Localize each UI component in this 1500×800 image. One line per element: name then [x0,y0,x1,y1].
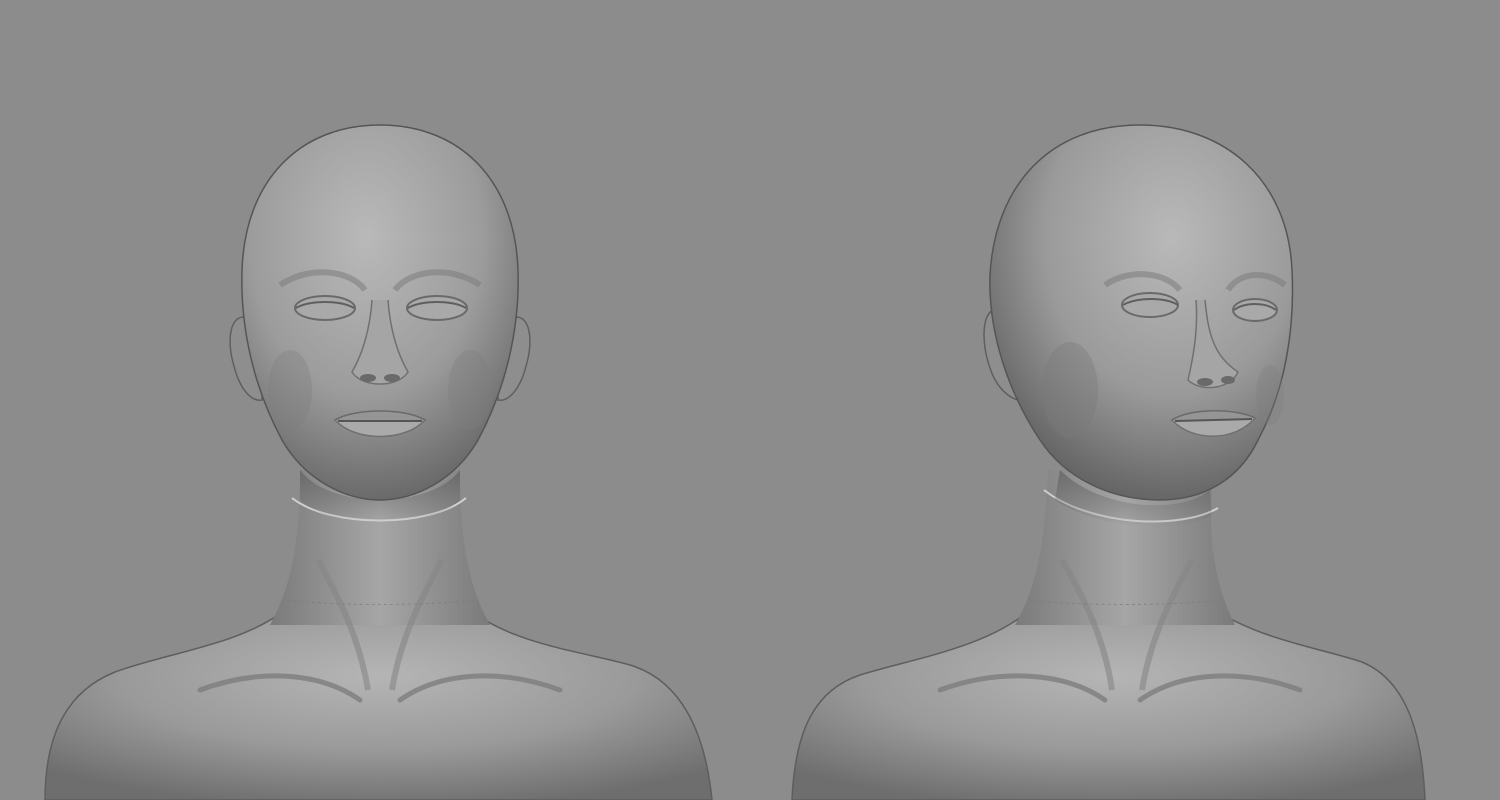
front-shoulders [44,609,713,800]
sculpt-viewport [0,0,1500,800]
front-view-bust [44,124,713,800]
viewport-canvas [44,124,1426,800]
three-quarter-view-bust [791,124,1426,800]
quarter-shoulders [791,609,1426,800]
